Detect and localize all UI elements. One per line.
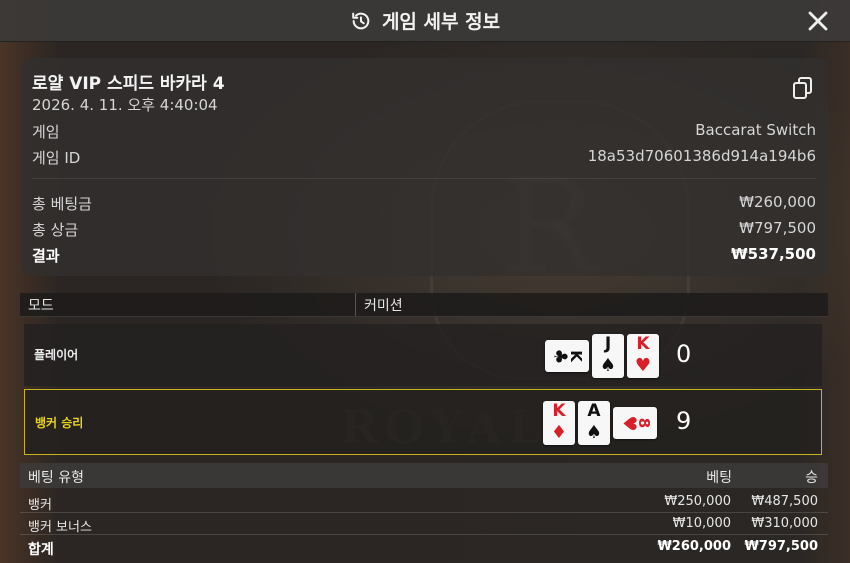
player-label: 플레이어 (34, 348, 79, 362)
game-details-card: 로얄 VIP 스피드 바카라 4 2026. 4. 11. 오후 4:40:04… (22, 58, 828, 276)
total-bet-row: 총 베팅금 ₩260,000 (32, 193, 816, 214)
bet-type: 뱅커 (28, 498, 52, 513)
player-score: 0 (676, 340, 692, 368)
history-icon (352, 12, 370, 29)
mode-cell: 모드 (20, 293, 356, 316)
banker-score: 9 (676, 407, 692, 435)
game-value: Baccarat Switch (695, 121, 816, 139)
banker-win-label: 뱅커 승리 (35, 416, 84, 430)
mode-label: 모드 (28, 297, 54, 314)
details-divider (32, 178, 816, 179)
player-hand: 플레이어 ♣ K J ♠ K ♥ 0 (24, 324, 822, 386)
result-row: 결과 ₩537,500 (32, 245, 816, 266)
total-bet-value: ₩260,000 (739, 193, 816, 211)
banker-cards: K ♦ A ♠ ♥ 8 (543, 401, 657, 445)
game-label: 게임 (32, 123, 60, 141)
card-rank: 8 (635, 417, 654, 429)
game-id-label: 게임 ID (32, 149, 81, 167)
total-win-amount: ₩797,500 (744, 539, 818, 554)
card-rank: K (552, 401, 566, 421)
playing-card: J ♠ (592, 334, 624, 378)
card-suit-icon: ♠ (585, 422, 603, 443)
playing-card: ♣ K (545, 340, 589, 372)
bet-amount-header: 베팅 (706, 470, 732, 486)
bet-type-header: 베팅 유형 (28, 470, 84, 486)
table-row: 뱅커 ₩250,000 ₩487,500 (20, 491, 828, 513)
game-datetime-row: 2026. 4. 11. 오후 4:40:04 (32, 94, 816, 115)
close-icon[interactable] (806, 9, 830, 33)
commission-label: 커미션 (364, 297, 403, 314)
card-suit-icon: ♠ (599, 355, 617, 376)
card-suit-icon: ♥ (634, 355, 652, 376)
modal-title: 게임 세부 정보 (381, 11, 501, 33)
modal-header: 게임 세부 정보 (0, 0, 850, 42)
card-suit-icon: ♦ (550, 422, 568, 443)
game-datetime: 2026. 4. 11. 오후 4:40:04 (32, 96, 218, 114)
bet-amount: ₩10,000 (672, 516, 731, 531)
game-id-value: 18a53d70601386d914a194b6 (587, 147, 816, 165)
playing-card: ♥ 8 (613, 407, 657, 439)
card-rank: K (636, 334, 650, 354)
header-title-group: 게임 세부 정보 (350, 7, 500, 34)
game-id-row: 게임 ID 18a53d70601386d914a194b6 (32, 147, 816, 168)
mode-bar: 모드 커미션 (20, 293, 828, 317)
total-win-label: 총 상금 (32, 221, 79, 239)
bet-type: 뱅커 보너스 (28, 520, 92, 535)
card-rank: J (604, 334, 612, 354)
win-amount-header: 승 (805, 470, 818, 486)
total-row: 합계 ₩260,000 ₩797,500 (20, 536, 828, 558)
banker-hand: 뱅커 승리 K ♦ A ♠ ♥ 8 9 (24, 389, 822, 455)
total-bet-amount: ₩260,000 (657, 539, 731, 554)
win-amount: ₩487,500 (751, 494, 818, 509)
game-row: 게임 Baccarat Switch (32, 121, 816, 142)
playing-card: A ♠ (578, 401, 610, 445)
card-rank: K (567, 350, 586, 362)
game-table-name: 로얄 VIP 스피드 바카라 4 (32, 74, 225, 94)
total-win-value: ₩797,500 (739, 219, 816, 237)
commission-cell: 커미션 (356, 293, 828, 316)
bets-table-header: 베팅 유형 베팅 승 (20, 463, 828, 488)
bet-amount: ₩250,000 (664, 494, 731, 509)
total-win-row: 총 상금 ₩797,500 (32, 219, 816, 240)
result-value: ₩537,500 (731, 245, 816, 263)
total-label: 합계 (28, 542, 54, 558)
playing-card: K ♥ (627, 334, 659, 378)
card-rank: A (587, 401, 601, 421)
playing-card: K ♦ (543, 401, 575, 445)
win-amount: ₩310,000 (751, 516, 818, 531)
table-row: 뱅커 보너스 ₩10,000 ₩310,000 (20, 513, 828, 535)
total-bet-label: 총 베팅금 (32, 195, 92, 213)
result-label: 결과 (32, 247, 60, 265)
player-cards: ♣ K J ♠ K ♥ (545, 334, 659, 378)
